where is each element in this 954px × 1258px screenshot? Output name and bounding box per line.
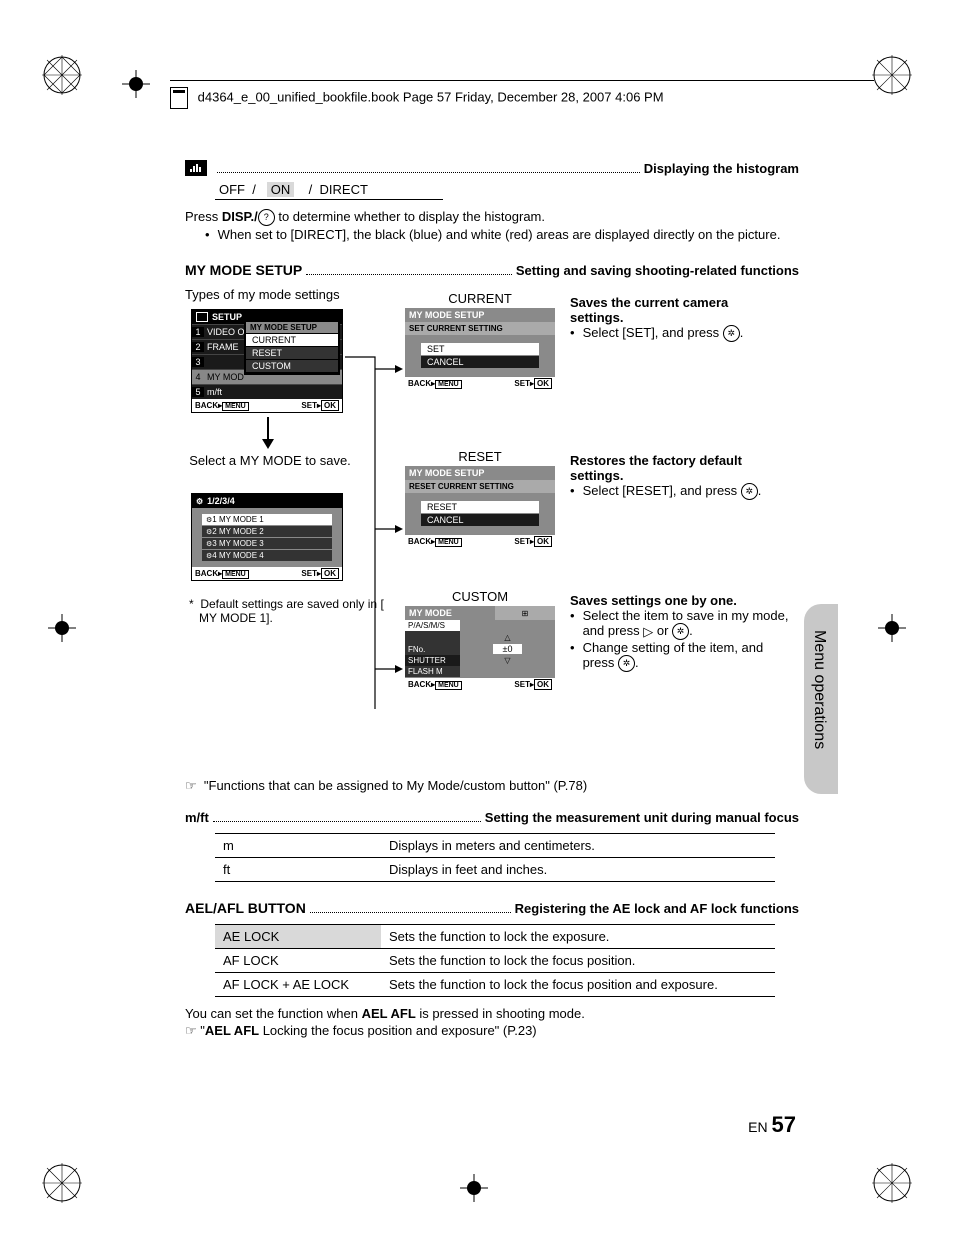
pointer-icon: ☞ xyxy=(185,1023,197,1038)
select-mymode-label: Select a MY MODE to save. xyxy=(185,453,355,468)
histogram-body: Press DISP./? to determine whether to di… xyxy=(185,208,799,244)
custom-label: CUSTOM xyxy=(405,589,555,604)
ael-heading: AEL/AFL BUTTON Registering the AE lock a… xyxy=(185,900,799,916)
help-icon: ? xyxy=(258,209,275,226)
mymode-diagram: SETUP 1VIDEO O 2FRAME 3 4MY MOD 5m/ft MY… xyxy=(185,309,799,769)
histogram-options: OFF / ON / DIRECT xyxy=(215,180,443,200)
ael-table: AE LOCKSets the function to lock the exp… xyxy=(215,924,775,997)
custom-screen: MY MODE ⊞ P/A/S/M/S FNo. SHUTTER FLASH M… xyxy=(405,606,555,691)
mymode-ref: ☞ "Functions that can be assigned to My … xyxy=(185,777,799,795)
reset-desc: Restores the factory default settings. S… xyxy=(570,453,780,500)
ok-icon: ✲ xyxy=(723,325,740,342)
mymode-heading: MY MODE SETUP Setting and saving shootin… xyxy=(185,262,799,278)
current-screen: MY MODE SETUP SET CURRENT SETTING SET CA… xyxy=(405,308,555,390)
histogram-heading: Displaying the histogram xyxy=(185,160,799,176)
mft-table: mDisplays in meters and centimeters. ftD… xyxy=(215,833,775,882)
ok-icon: ✲ xyxy=(618,655,635,672)
side-section-label: Menu operations xyxy=(810,630,828,749)
setup-screen: SETUP 1VIDEO O 2FRAME 3 4MY MOD 5m/ft MY… xyxy=(191,309,343,413)
reg-mark-icon xyxy=(42,55,82,95)
mft-heading: m/ft Setting the measurement unit during… xyxy=(185,809,799,825)
right-icon: ▷ xyxy=(643,624,653,640)
pointer-icon: ☞ xyxy=(185,778,197,793)
reg-mark-icon xyxy=(872,1163,912,1203)
crosshair-icon xyxy=(122,70,150,98)
histogram-icon xyxy=(185,160,207,176)
arrow-down-icon xyxy=(260,417,276,449)
page-number: EN 57 xyxy=(748,1112,796,1138)
crosshair-icon xyxy=(460,1174,488,1202)
book-header: d4364_e_00_unified_bookfile.book Page 57… xyxy=(170,80,874,109)
ok-icon: ✲ xyxy=(741,483,758,500)
ok-icon: ✲ xyxy=(672,623,689,640)
crosshair-icon xyxy=(878,614,906,642)
current-desc: Saves the current camera settings. Selec… xyxy=(570,295,780,342)
custom-desc: Saves settings one by one. Select the it… xyxy=(570,593,790,672)
reset-screen: MY MODE SETUP RESET CURRENT SETTING RESE… xyxy=(405,466,555,548)
crosshair-icon xyxy=(48,614,76,642)
reg-mark-icon xyxy=(872,55,912,95)
current-label: CURRENT xyxy=(405,291,555,306)
reset-label: RESET xyxy=(405,449,555,464)
reg-mark-icon xyxy=(42,1163,82,1203)
connector-lines xyxy=(345,339,403,739)
mymode-list-screen: ⚙1/2/3/4 ⚙1 MY MODE 1 ⚙2 MY MODE 2 ⚙3 MY… xyxy=(191,493,343,581)
ael-body: You can set the function when AEL AFL is… xyxy=(185,1005,799,1040)
